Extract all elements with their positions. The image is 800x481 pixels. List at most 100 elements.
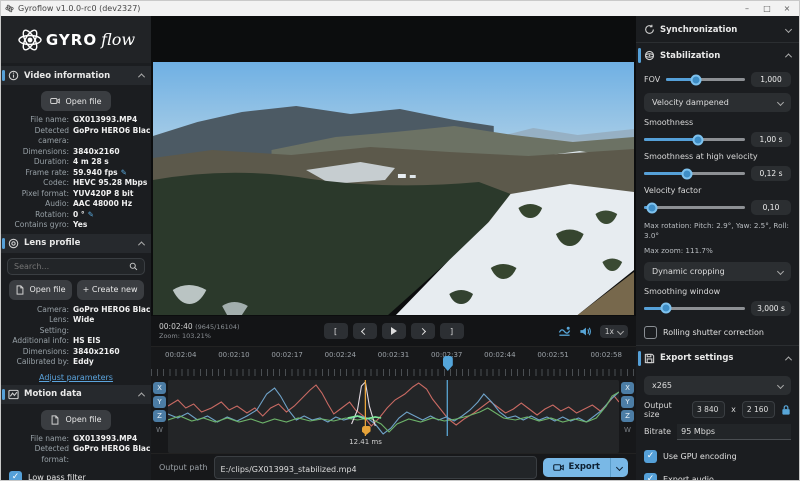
smoothing-window-value[interactable]: 3,000 s (751, 301, 791, 316)
slider-knob[interactable] (691, 74, 702, 85)
section-lens-profile[interactable]: Lens profile (1, 234, 151, 253)
bitrate-field[interactable] (677, 424, 791, 440)
axis-z-button[interactable]: Z (621, 410, 634, 422)
section-stabilization[interactable]: Stabilization (644, 44, 791, 67)
axis-y-button[interactable]: Y (153, 396, 166, 408)
section-export-settings[interactable]: Export settings (644, 347, 791, 370)
lock-ratio-icon[interactable] (781, 404, 791, 416)
info-row: Dimensions:3840x2160 (1, 147, 151, 158)
video-open-file-button[interactable]: Open file (41, 91, 110, 111)
fov-value[interactable]: 1,000 (751, 72, 791, 87)
slider-knob[interactable] (647, 202, 658, 213)
info-row: Rotation:0 °✎ (1, 210, 151, 221)
gyro-chart[interactable]: 12.41 ms (168, 380, 619, 453)
close-icon[interactable]: × (779, 4, 795, 13)
checkbox-unchecked-icon[interactable] (644, 326, 657, 339)
smoothness-value[interactable]: 1,00 s (751, 132, 791, 147)
low-pass-filter-checkbox[interactable]: ✓ Low pass filter (1, 465, 151, 480)
smoothing-window-slider[interactable] (644, 307, 745, 310)
lens-search[interactable] (7, 258, 145, 275)
chevron-up-icon (138, 73, 145, 80)
minimize-icon[interactable]: – (739, 4, 755, 13)
adjust-parameters-link[interactable]: Adjust parameters (1, 373, 151, 382)
file-icon (50, 415, 60, 425)
export-options-button[interactable] (610, 458, 628, 477)
slider-knob[interactable] (661, 303, 672, 314)
tick-label: 00:02:44 (484, 351, 515, 359)
export-audio-checkbox[interactable]: ✓ Export audio (644, 468, 791, 481)
info-row: Audio:AAC 48000 Hz (1, 199, 151, 210)
low-pass-filter-label: Low pass filter (28, 473, 86, 480)
lens-open-file-button[interactable]: Open file (9, 280, 72, 300)
high-velocity-slider[interactable] (644, 172, 745, 175)
output-path-input[interactable] (215, 461, 536, 478)
velocity-factor-slider[interactable] (644, 206, 745, 209)
axis-y-button[interactable]: Y (621, 396, 634, 408)
size-times-label: x (731, 405, 736, 414)
volume-icon[interactable] (579, 325, 592, 338)
next-frame-button[interactable] (411, 323, 435, 339)
section-video-information[interactable]: Video information (1, 66, 151, 85)
lens-search-input[interactable] (14, 262, 129, 271)
checkbox-checked-icon[interactable]: ✓ (9, 471, 22, 480)
motion-open-file-button[interactable]: Open file (41, 410, 110, 430)
rolling-shutter-checkbox[interactable]: Rolling shutter correction (644, 321, 791, 344)
info-icon (8, 70, 19, 81)
high-velocity-value[interactable]: 0,12 s (751, 166, 791, 181)
smoothness-row: 1,00 s (644, 132, 791, 147)
section-synchronization[interactable]: Synchronization (644, 18, 791, 41)
axis-x-button[interactable]: X (153, 382, 166, 394)
output-width-field[interactable] (692, 401, 725, 418)
output-width-input[interactable] (693, 402, 724, 417)
trim-start-button[interactable]: [ (324, 323, 348, 339)
file-icon (15, 285, 25, 295)
edit-pencil-icon[interactable]: ✎ (121, 168, 127, 179)
fov-slider[interactable] (666, 78, 745, 81)
export-audio-label: Export audio (663, 475, 714, 481)
output-path-field[interactable] (214, 456, 537, 479)
axis-w-button[interactable]: W (621, 424, 634, 436)
velocity-factor-value[interactable]: 0,10 (751, 200, 791, 215)
app-body: GYROflow Video information Open file Fil… (1, 16, 799, 480)
info-row: Contains gyro:Yes (1, 220, 151, 231)
lens-create-new-button[interactable]: + Create new (77, 280, 144, 300)
checkbox-checked-icon[interactable]: ✓ (644, 450, 657, 463)
active-section-bar (2, 389, 5, 400)
velocity-factor-label: Velocity factor (644, 186, 791, 195)
render-icon (553, 462, 564, 473)
chevron-up-icon (785, 356, 792, 363)
trim-end-button[interactable]: ] (440, 323, 464, 339)
axis-z-button[interactable]: Z (153, 410, 166, 422)
save-icon (644, 353, 655, 364)
slider-knob[interactable] (692, 134, 703, 145)
export-button[interactable]: Export (543, 458, 610, 477)
bitrate-input[interactable] (677, 424, 791, 439)
playback-speed-dropdown[interactable]: 1x (600, 325, 628, 338)
output-height-field[interactable] (742, 401, 775, 418)
play-button[interactable] (382, 323, 406, 339)
slider-knob[interactable] (682, 168, 693, 179)
titlebar: Gyroflow v1.0.0-rc0 (dev2327) – □ × (1, 1, 799, 16)
edit-pencil-icon[interactable]: ✎ (88, 210, 94, 221)
checkbox-checked-icon[interactable]: ✓ (644, 473, 657, 481)
video-preview[interactable] (151, 16, 636, 316)
previous-frame-button[interactable] (353, 323, 377, 339)
smoothness-slider[interactable] (644, 138, 745, 141)
motion-chart-icon (8, 389, 19, 400)
timeline-ruler[interactable]: 00:02:04 00:02:10 00:02:17 00:02:24 00:0… (151, 346, 636, 378)
stabilization-toggle-icon[interactable] (558, 325, 571, 338)
playback-speed-value: 1x (605, 327, 614, 336)
axis-w-button[interactable]: W (153, 424, 166, 436)
sync-icon (644, 24, 655, 35)
chevron-down-icon (617, 327, 624, 334)
codec-dropdown[interactable]: x265 (644, 376, 791, 395)
maximize-icon[interactable]: □ (759, 4, 775, 13)
axis-toggles-right: X Y Z W (621, 380, 634, 453)
output-height-input[interactable] (743, 402, 774, 417)
section-motion-data[interactable]: Motion data (1, 385, 151, 404)
smoothing-method-dropdown[interactable]: Velocity dampened (644, 93, 791, 112)
cropping-mode-dropdown[interactable]: Dynamic cropping (644, 262, 791, 281)
search-icon (129, 262, 138, 271)
axis-x-button[interactable]: X (621, 382, 634, 394)
gpu-encoding-checkbox[interactable]: ✓ Use GPU encoding (644, 445, 791, 468)
